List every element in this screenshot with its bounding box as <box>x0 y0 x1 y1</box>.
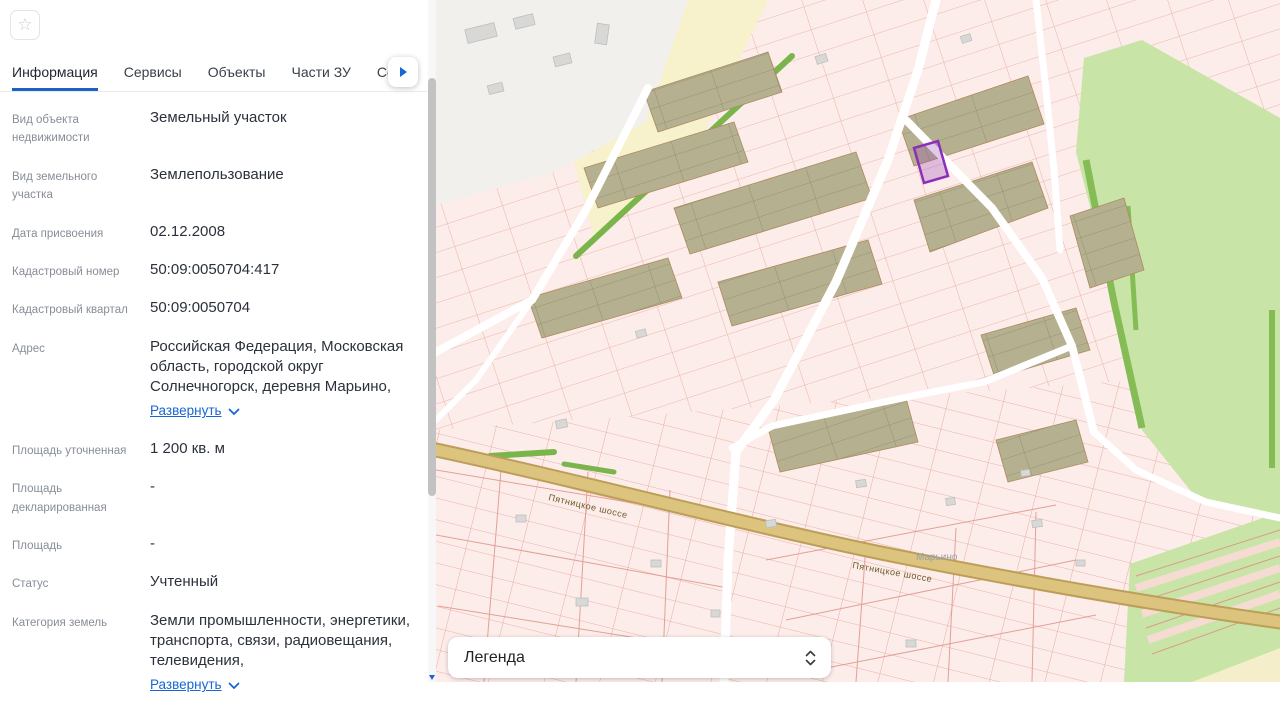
field-row: Статус Учтенный <box>12 572 416 593</box>
tabs-scroll-button[interactable] <box>388 57 418 87</box>
star-icon: ☆ <box>17 15 33 34</box>
field-row: Площадь декларированная - <box>12 477 416 517</box>
field-label: Вид земельного участка <box>12 170 98 202</box>
chevron-down-icon <box>228 682 239 689</box>
field-row: Дата присвоения 02.12.2008 <box>12 222 416 243</box>
info-panel: ☆ ИнформацияСервисыОбъектыЧасти ЗУСоста … <box>0 0 428 692</box>
field-label: Адрес <box>12 342 45 355</box>
field-label: Площадь декларированная <box>12 483 107 514</box>
legend-bar[interactable]: Легенда <box>448 637 831 678</box>
field-value: 02.12.2008 <box>150 222 226 240</box>
scroll-down-icon[interactable] <box>429 675 435 680</box>
chevron-down-icon <box>228 408 239 415</box>
field-row: Площадь - <box>12 534 416 555</box>
field-value: Земли промышленности, энергетики, трансп… <box>150 611 416 696</box>
field-value: 50:09:0050704:417 <box>150 260 280 278</box>
place-label: Марьино <box>916 552 958 563</box>
cadastral-map[interactable]: Пятницкое шоссе Пятницкое шоссе Марьино <box>436 0 1280 682</box>
tab-item[interactable]: Информация <box>12 56 98 91</box>
tab-item[interactable]: Объекты <box>208 56 266 91</box>
field-value: 1 200 кв. м <box>150 439 225 457</box>
field-label: Категория земель <box>12 616 108 629</box>
field-label: Площадь <box>12 539 63 552</box>
tab-bar: ИнформацияСервисыОбъектыЧасти ЗУСоста <box>0 56 428 92</box>
tab-item[interactable]: Сервисы <box>124 56 182 91</box>
field-label: Статус <box>12 578 49 591</box>
field-row: Вид объекта недвижимости Земельный участо… <box>12 108 416 148</box>
field-list: Вид объекта недвижимости Земельный участо… <box>12 108 416 713</box>
map-container[interactable]: Пятницкое шоссе Пятницкое шоссе Марьино … <box>436 0 1280 682</box>
favorite-button[interactable]: ☆ <box>10 10 40 40</box>
field-label: Дата присвоения <box>12 227 104 240</box>
panel-scrollbar[interactable] <box>428 0 436 682</box>
field-row: Адрес Российская Федерация, Московская об… <box>12 337 416 422</box>
field-value: Учтенный <box>150 573 219 591</box>
field-value: 50:09:0050704 <box>150 299 251 317</box>
field-row: Категория земель Земли промышленности, эн… <box>12 611 416 696</box>
field-label: Вид объекта недвижимости <box>12 114 90 145</box>
field-label: Кадастровый номер <box>12 265 120 278</box>
field-label: Кадастровый квартал <box>12 304 128 317</box>
chevron-right-icon <box>399 67 407 77</box>
expand-link[interactable]: Развернуть <box>150 676 240 694</box>
field-value: Российская Федерация, Московская область… <box>150 337 416 422</box>
scrollbar-thumb[interactable] <box>428 78 436 496</box>
field-label: Площадь уточненная <box>12 444 127 457</box>
legend-label: Легенда <box>464 648 525 666</box>
tab-item[interactable]: Части ЗУ <box>291 56 350 91</box>
field-value: Земельный участок <box>150 109 287 126</box>
sort-arrows-icon[interactable] <box>804 649 817 667</box>
field-row: Вид земельного участка Землепользование <box>12 165 416 205</box>
field-row: Кадастровый квартал 50:09:0050704 <box>12 298 416 319</box>
field-value: - <box>150 478 155 496</box>
field-row: Площадь уточненная 1 200 кв. м <box>12 439 416 460</box>
field-value: Землепользование <box>150 165 284 183</box>
field-row: Кадастровый номер 50:09:0050704:417 <box>12 260 416 281</box>
field-value: - <box>150 534 155 552</box>
expand-link[interactable]: Развернуть <box>150 402 240 420</box>
